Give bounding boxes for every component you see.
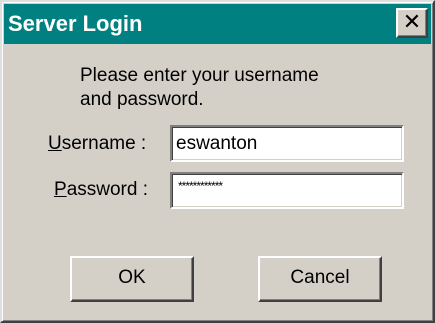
title-bar[interactable]: Server Login ✕ [4, 4, 431, 44]
username-label-text: sername : [61, 133, 147, 154]
password-label-text: assword : [66, 179, 148, 200]
username-label: Username : [48, 132, 146, 156]
username-field[interactable]: eswanton [170, 125, 404, 162]
instruction-line-1: Please enter your username [80, 65, 319, 86]
password-field[interactable]: ************ [170, 172, 404, 209]
password-label: Password : [54, 178, 148, 202]
password-label-accelerator: P [54, 179, 67, 200]
close-icon: ✕ [402, 9, 422, 34]
instruction-line-2: and password. [80, 89, 204, 110]
close-button[interactable]: ✕ [396, 8, 428, 38]
username-label-accelerator: U [48, 133, 62, 154]
password-masked-value: ************ [178, 179, 223, 193]
ok-button-label: OK [118, 267, 146, 288]
window-title: Server Login [8, 11, 143, 36]
cancel-button[interactable]: Cancel [258, 256, 382, 302]
username-value: eswanton [176, 133, 258, 154]
ok-button[interactable]: OK [70, 256, 194, 302]
instruction-message: Please enter your username and password. [80, 64, 400, 112]
server-login-dialog: Server Login ✕ Please enter your usernam… [0, 0, 435, 323]
cancel-button-label: Cancel [290, 267, 350, 288]
